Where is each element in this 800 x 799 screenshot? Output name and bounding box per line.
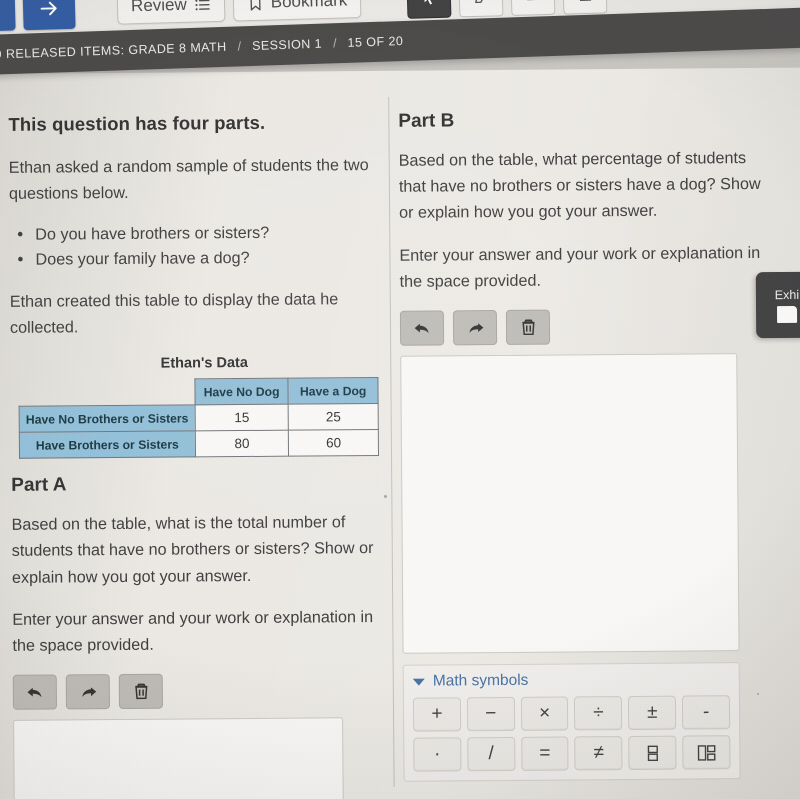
symbol-mixed-number-button[interactable] xyxy=(682,735,731,770)
pointer-icon xyxy=(424,0,434,4)
delete-button[interactable] xyxy=(505,309,551,346)
mixed-number-template-icon xyxy=(697,744,716,761)
question-intro-heading: This question has four parts. xyxy=(8,111,266,135)
breadcrumb-test-name: 9 RELEASED ITEMS: GRADE 8 MATH xyxy=(0,39,227,62)
part-b-editor-toolbar xyxy=(399,308,772,346)
bookmark-label: Bookmark xyxy=(270,0,348,12)
table-header-row: Have No Dog Have a Dog xyxy=(19,377,379,407)
redo-icon xyxy=(81,687,96,698)
photo-speck xyxy=(384,495,387,498)
screen-photo: This question has four parts. Ethan aske… xyxy=(0,0,800,799)
question-stem-1: Ethan asked a random sample of students … xyxy=(8,156,369,204)
symbol-plusminus-button[interactable]: ± xyxy=(628,695,677,731)
symbol-plus-button[interactable]: + xyxy=(412,697,462,732)
eraser-icon xyxy=(524,0,541,4)
question-bullet-list: Do you have brothers or sisters? Does yo… xyxy=(13,220,377,272)
table-row: Have No Brothers or Sisters 15 25 xyxy=(19,403,379,433)
document-icon xyxy=(777,305,798,323)
exhibit-button[interactable]: Exhi xyxy=(755,271,800,339)
breadcrumb-session: SESSION 1 xyxy=(251,36,323,53)
table-cell: 25 xyxy=(288,403,379,431)
next-button[interactable] xyxy=(22,0,76,31)
part-b-answer-input[interactable] xyxy=(400,353,740,654)
undo-icon xyxy=(414,323,429,334)
bookmark-button[interactable]: Bookmark xyxy=(232,0,362,22)
part-b-instruction: Enter your answer and your work or expla… xyxy=(399,243,761,291)
exhibit-label: Exhi xyxy=(774,287,800,302)
part-b-prompt: Based on the table, what percentage of s… xyxy=(398,149,761,223)
undo-button[interactable] xyxy=(12,674,57,711)
table-corner-cell xyxy=(19,379,195,406)
redo-button[interactable] xyxy=(452,310,498,346)
list-icon xyxy=(195,0,210,10)
table-cell: 15 xyxy=(194,404,289,432)
symbol-equals-button[interactable]: = xyxy=(520,736,569,772)
part-a-answer-input[interactable] xyxy=(13,717,344,799)
symbol-fraction-button[interactable] xyxy=(628,735,677,771)
math-symbols-grid: + − × ÷ ± - · / = ≠ xyxy=(412,695,731,772)
eraser-tool-button[interactable] xyxy=(510,0,556,16)
pointer-tool-button[interactable] xyxy=(406,0,452,19)
part-a-instruction: Enter your answer and your work or expla… xyxy=(12,607,374,655)
table-cell: 80 xyxy=(195,430,289,458)
math-symbols-panel: Math symbols + − × ÷ ± - · / = ≠ xyxy=(402,662,741,782)
column-header: Have a Dog xyxy=(288,377,379,405)
list-item: Do you have brothers or sisters? xyxy=(13,220,377,247)
table-row: Have Brothers or Sisters 80 60 xyxy=(19,429,379,459)
symbol-notequal-button[interactable]: ≠ xyxy=(574,736,623,771)
arrow-right-icon xyxy=(40,1,57,16)
part-b-heading: Part B xyxy=(398,110,455,132)
symbol-dot-button[interactable]: · xyxy=(413,737,462,772)
undo-icon xyxy=(26,688,42,698)
part-a-heading: Part A xyxy=(11,474,67,497)
part-a-prompt: Based on the table, what is the total nu… xyxy=(11,513,374,587)
symbol-slash-button[interactable]: / xyxy=(467,737,516,772)
redo-button[interactable] xyxy=(65,674,110,710)
symbol-multiply-button[interactable]: × xyxy=(520,696,569,732)
part-a-editor-toolbar xyxy=(12,672,381,711)
breadcrumb-progress: 15 OF 20 xyxy=(347,33,404,50)
trash-icon xyxy=(521,319,535,336)
symbol-minus-button[interactable]: − xyxy=(466,697,515,732)
row-header: Have No Brothers or Sisters xyxy=(19,405,196,433)
highlighter-icon xyxy=(475,0,485,3)
previous-button[interactable] xyxy=(0,0,16,32)
undo-button[interactable] xyxy=(399,310,445,346)
column-divider xyxy=(388,96,395,787)
math-symbols-header[interactable]: Math symbols xyxy=(412,670,730,690)
math-symbols-label: Math symbols xyxy=(432,671,529,690)
note-icon xyxy=(579,0,591,1)
breadcrumb-separator: / xyxy=(237,39,242,54)
question-stem-2: Ethan created this table to display the … xyxy=(9,289,339,337)
highlighter-tool-button[interactable] xyxy=(458,0,504,18)
redo-icon xyxy=(468,323,483,334)
table-title: Ethan's Data xyxy=(160,355,248,372)
symbol-divide-button[interactable]: ÷ xyxy=(574,696,623,731)
test-item-page: This question has four parts. Ethan aske… xyxy=(0,67,800,799)
delete-button[interactable] xyxy=(118,674,163,710)
notes-tool-button[interactable] xyxy=(562,0,608,15)
fraction-template-icon xyxy=(647,745,658,761)
chevron-down-icon xyxy=(412,678,425,686)
review-button[interactable]: Review xyxy=(116,0,226,25)
left-column: This question has four parts. Ethan aske… xyxy=(8,111,382,799)
trash-icon xyxy=(134,683,147,700)
table-cell: 60 xyxy=(288,429,379,457)
review-label: Review xyxy=(130,0,188,16)
symbol-hyphen-button[interactable]: - xyxy=(682,695,731,730)
row-header: Have Brothers or Sisters xyxy=(19,431,196,459)
column-header: Have No Dog xyxy=(194,378,289,406)
bookmark-icon xyxy=(250,0,261,11)
breadcrumb-separator: / xyxy=(332,36,337,51)
right-column: Part B Based on the table, what percenta… xyxy=(398,108,775,782)
list-item: Does your family have a dog? xyxy=(13,245,377,272)
ethans-data-table: Have No Dog Have a Dog Have No Brothers … xyxy=(18,377,379,459)
photo-speck xyxy=(757,693,759,695)
